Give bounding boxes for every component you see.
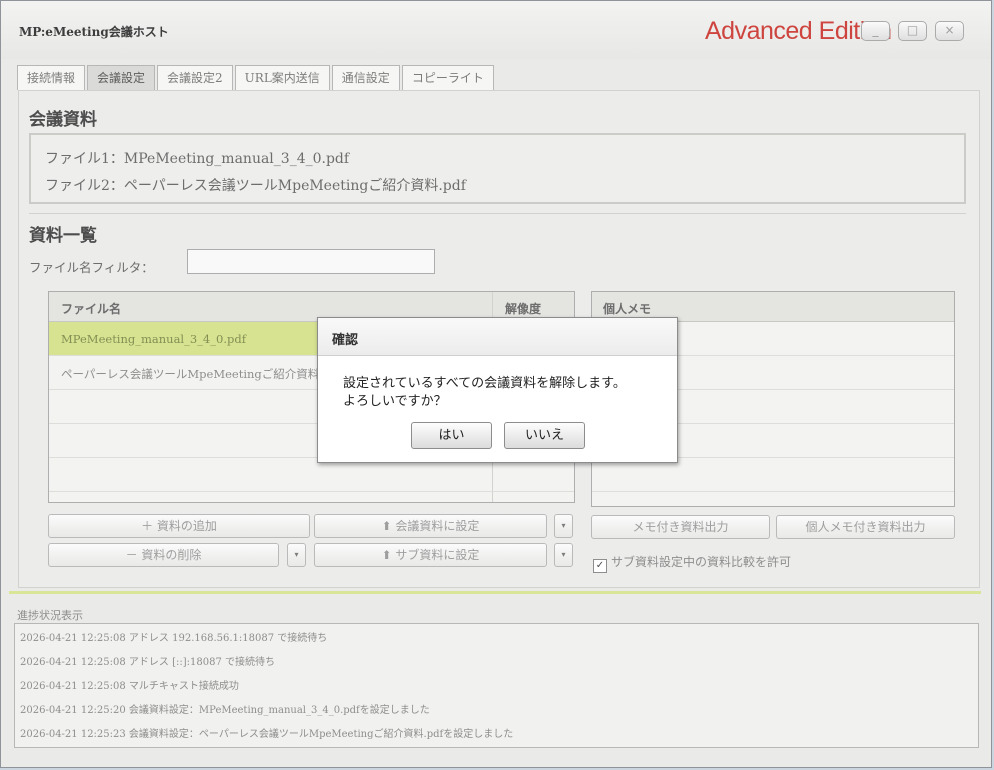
dialog-message-line-1: 設定されているすべての会議資料を解除します。 bbox=[343, 376, 626, 391]
confirm-dialog: 確認 設定されているすべての会議資料を解除します。 よろしいですか？ はい いい… bbox=[317, 317, 678, 463]
dialog-title-bar: 確認 bbox=[318, 318, 677, 356]
dialog-title: 確認 bbox=[332, 333, 359, 348]
dialog-message-line-2: よろしいですか？ bbox=[343, 394, 447, 409]
yes-button[interactable]: はい bbox=[411, 422, 492, 449]
no-button[interactable]: いいえ bbox=[504, 422, 585, 449]
